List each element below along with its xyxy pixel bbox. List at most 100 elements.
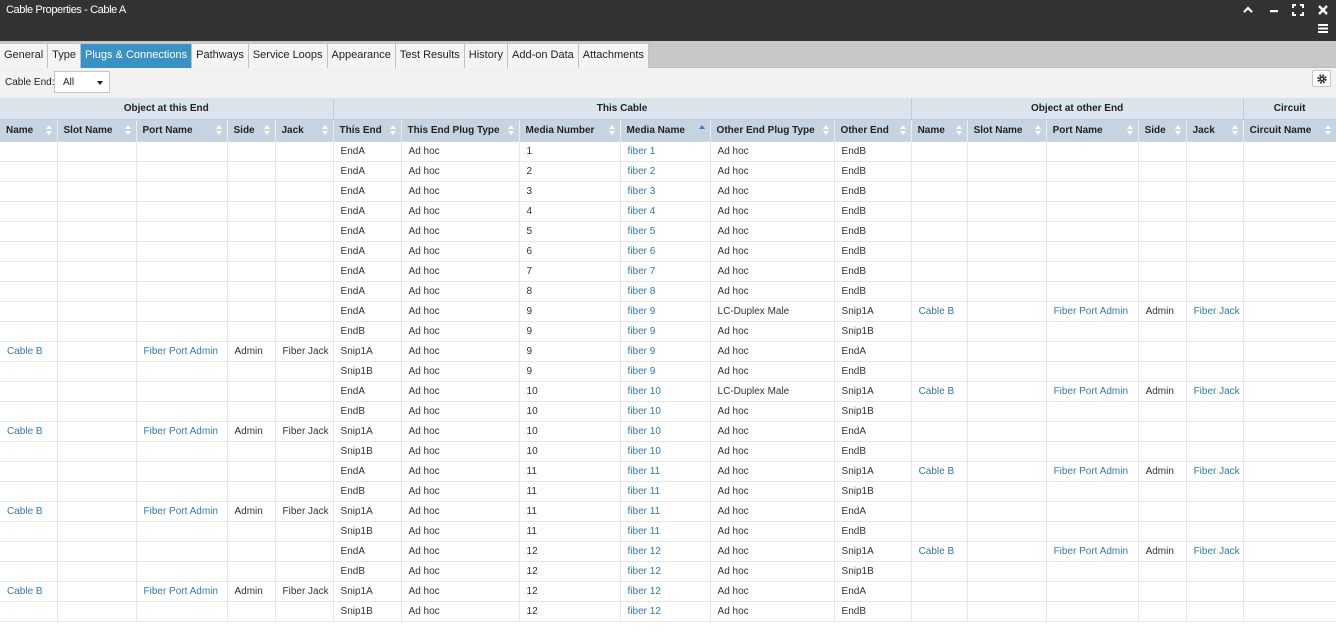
table-row[interactable]: EndA Ad hoc 7 fiber 7 Ad hoc EndB [0,261,1336,282]
column-header-jack[interactable]: Jack [275,119,334,141]
table-row[interactable]: Cable B Fiber Port Admin Admin Fiber Jack Sn… [0,341,1336,362]
table-row[interactable]: EndA Ad hoc 9 fiber 9 LC-Duplex Male Snip1A Ca… [0,301,1336,322]
cell-jack-other[interactable]: Fiber Jack [1186,461,1244,482]
cell-media-name[interactable]: fiber 12 [620,581,711,602]
tab-service-loops[interactable]: Service Loops [248,44,328,68]
cell-media-name[interactable]: fiber 4 [620,201,711,222]
table-row[interactable]: EndA Ad hoc 12 fiber 12 Ad hoc Snip1A Cable BF… [0,541,1336,562]
cell-port-name-other[interactable]: Fiber Port Admin [1046,461,1139,482]
cell-media-name[interactable]: fiber 9 [620,301,711,322]
cell-name[interactable]: Cable B [0,421,58,442]
column-header-slot-name[interactable]: Slot Name [967,119,1047,141]
cell-media-name[interactable]: fiber 10 [620,421,711,442]
column-header-port-name[interactable]: Port Name [136,119,228,141]
tab-add-on-data[interactable]: Add-on Data [508,44,579,68]
table-row[interactable]: EndA Ad hoc 4 fiber 4 Ad hoc EndB [0,201,1336,222]
table-row[interactable]: EndB Ad hoc 9 fiber 9 Ad hoc Snip1B [0,321,1336,342]
table-row[interactable]: Snip1B Ad hoc 12 fiber 12 Ad hoc EndB [0,601,1336,622]
column-header-this-end[interactable]: This End [333,119,402,141]
table-row[interactable]: EndB Ad hoc 12 fiber 12 Ad hoc Snip1B [0,561,1336,582]
cell-port-name[interactable]: Fiber Port Admin [136,341,228,362]
cell-name[interactable]: Cable B [0,581,58,602]
close-icon[interactable] [1316,3,1330,17]
menu-icon[interactable] [1317,21,1331,35]
column-header-other-end-plug-type[interactable]: Other End Plug Type [710,119,835,141]
column-header-port-name[interactable]: Port Name [1046,119,1139,141]
table-row[interactable]: Snip1B Ad hoc 10 fiber 10 Ad hoc EndB [0,441,1336,462]
table-row[interactable]: EndB Ad hoc 11 fiber 11 Ad hoc Snip1B [0,481,1336,502]
column-header-this-end-plug-type[interactable]: This End Plug Type [401,119,520,141]
column-header-jack[interactable]: Jack [1186,119,1244,141]
cell-media-name[interactable]: fiber 12 [620,561,711,582]
tab-general[interactable]: General [0,44,49,68]
column-header-other-end[interactable]: Other End [834,119,912,141]
cell-media-name[interactable]: fiber 1 [620,140,711,162]
tab-attachments[interactable]: Attachments [578,44,649,68]
cell-media-name[interactable]: fiber 5 [620,221,711,242]
cell-name[interactable]: Cable B [0,501,58,522]
tab-history[interactable]: History [464,44,509,68]
table-row[interactable]: Snip1B Ad hoc 11 fiber 11 Ad hoc EndB [0,521,1336,542]
cell-media-name[interactable]: fiber 10 [620,381,711,402]
cell-media-name[interactable]: fiber 11 [620,481,711,502]
column-header-name[interactable]: Name [0,119,58,141]
cell-media-name[interactable]: fiber 3 [620,181,711,202]
tab-plugs-and-connections[interactable]: Plugs & Connections [81,44,193,68]
table-row[interactable]: EndA Ad hoc 8 fiber 8 Ad hoc EndB [0,281,1336,302]
cell-jack-other[interactable]: Fiber Jack [1186,381,1244,402]
cell-name-other[interactable]: Cable B [911,461,968,482]
column-header-side[interactable]: Side [227,119,276,141]
table-row[interactable]: EndA Ad hoc 3 fiber 3 Ad hoc EndB [0,181,1336,202]
tab-appearance[interactable]: Appearance [327,44,396,68]
minimize-icon[interactable] [1267,3,1281,17]
tab-type[interactable]: Type [48,44,81,68]
cell-media-name[interactable]: fiber 11 [620,461,711,482]
table-row[interactable]: Cable B Fiber Port Admin Admin Fiber Jack Sn… [0,581,1336,602]
cell-port-name[interactable]: Fiber Port Admin [136,581,228,602]
cell-jack-other[interactable]: Fiber Jack [1186,301,1244,322]
column-header-media-name[interactable]: Media Name [620,119,711,141]
table-row[interactable]: Snip1B Ad hoc 9 fiber 9 Ad hoc EndB [0,361,1336,382]
cell-media-name[interactable]: fiber 10 [620,441,711,462]
chevron-up-icon[interactable] [1241,3,1255,17]
cell-media-name[interactable]: fiber 11 [620,521,711,542]
column-header-media-number[interactable]: Media Number [519,119,621,141]
cell-port-name-other[interactable]: Fiber Port Admin [1046,541,1139,562]
table-row[interactable]: EndA Ad hoc 2 fiber 2 Ad hoc EndB [0,161,1336,182]
cell-media-name[interactable]: fiber 9 [620,321,711,342]
cell-jack-other[interactable]: Fiber Jack [1186,541,1244,562]
column-header-name[interactable]: Name [911,119,968,141]
tab-test-results[interactable]: Test Results [395,44,465,68]
table-row[interactable]: Cable B Fiber Port Admin Admin Fiber Jack Sn… [0,421,1336,442]
maximize-icon[interactable] [1291,3,1305,17]
cell-media-name[interactable]: fiber 11 [620,501,711,522]
cable-end-select[interactable]: All [54,71,110,93]
cell-port-name[interactable]: Fiber Port Admin [136,501,228,522]
table-row[interactable]: Cable B Fiber Port Admin Admin Fiber Jack Sn… [0,501,1336,522]
table-row[interactable]: EndB Ad hoc 10 fiber 10 Ad hoc Snip1B [0,401,1336,422]
cell-media-name[interactable]: fiber 6 [620,241,711,262]
cell-media-name[interactable]: fiber 12 [620,601,711,622]
cell-name-other[interactable]: Cable B [911,541,968,562]
cell-media-name[interactable]: fiber 8 [620,281,711,302]
table-row[interactable]: EndA Ad hoc 1 fiber 1 Ad hoc EndB [0,140,1336,162]
cell-media-name[interactable]: fiber 12 [620,541,711,562]
cell-port-name-other[interactable]: Fiber Port Admin [1046,301,1139,322]
cell-media-name[interactable]: fiber 10 [620,401,711,422]
cell-media-name[interactable]: fiber 7 [620,261,711,282]
column-header-slot-name[interactable]: Slot Name [57,119,137,141]
cell-name-other[interactable]: Cable B [911,381,968,402]
cell-port-name-other[interactable]: Fiber Port Admin [1046,381,1139,402]
settings-button[interactable] [1312,70,1331,87]
column-header-circuit-name[interactable]: Circuit Name [1243,119,1336,141]
table-row[interactable]: EndA Ad hoc 10 fiber 10 LC-Duplex Male Snip1A… [0,381,1336,402]
cell-name[interactable]: Cable B [0,341,58,362]
tab-pathways[interactable]: Pathways [192,44,249,68]
cell-name-other[interactable]: Cable B [911,301,968,322]
table-row[interactable]: EndA Ad hoc 6 fiber 6 Ad hoc EndB [0,241,1336,262]
cell-port-name[interactable]: Fiber Port Admin [136,421,228,442]
table-row[interactable]: EndA Ad hoc 11 fiber 11 Ad hoc Snip1A Cable BF… [0,461,1336,482]
column-header-side[interactable]: Side [1138,119,1187,141]
cell-media-name[interactable]: fiber 2 [620,161,711,182]
cell-media-name[interactable]: fiber 9 [620,361,711,382]
